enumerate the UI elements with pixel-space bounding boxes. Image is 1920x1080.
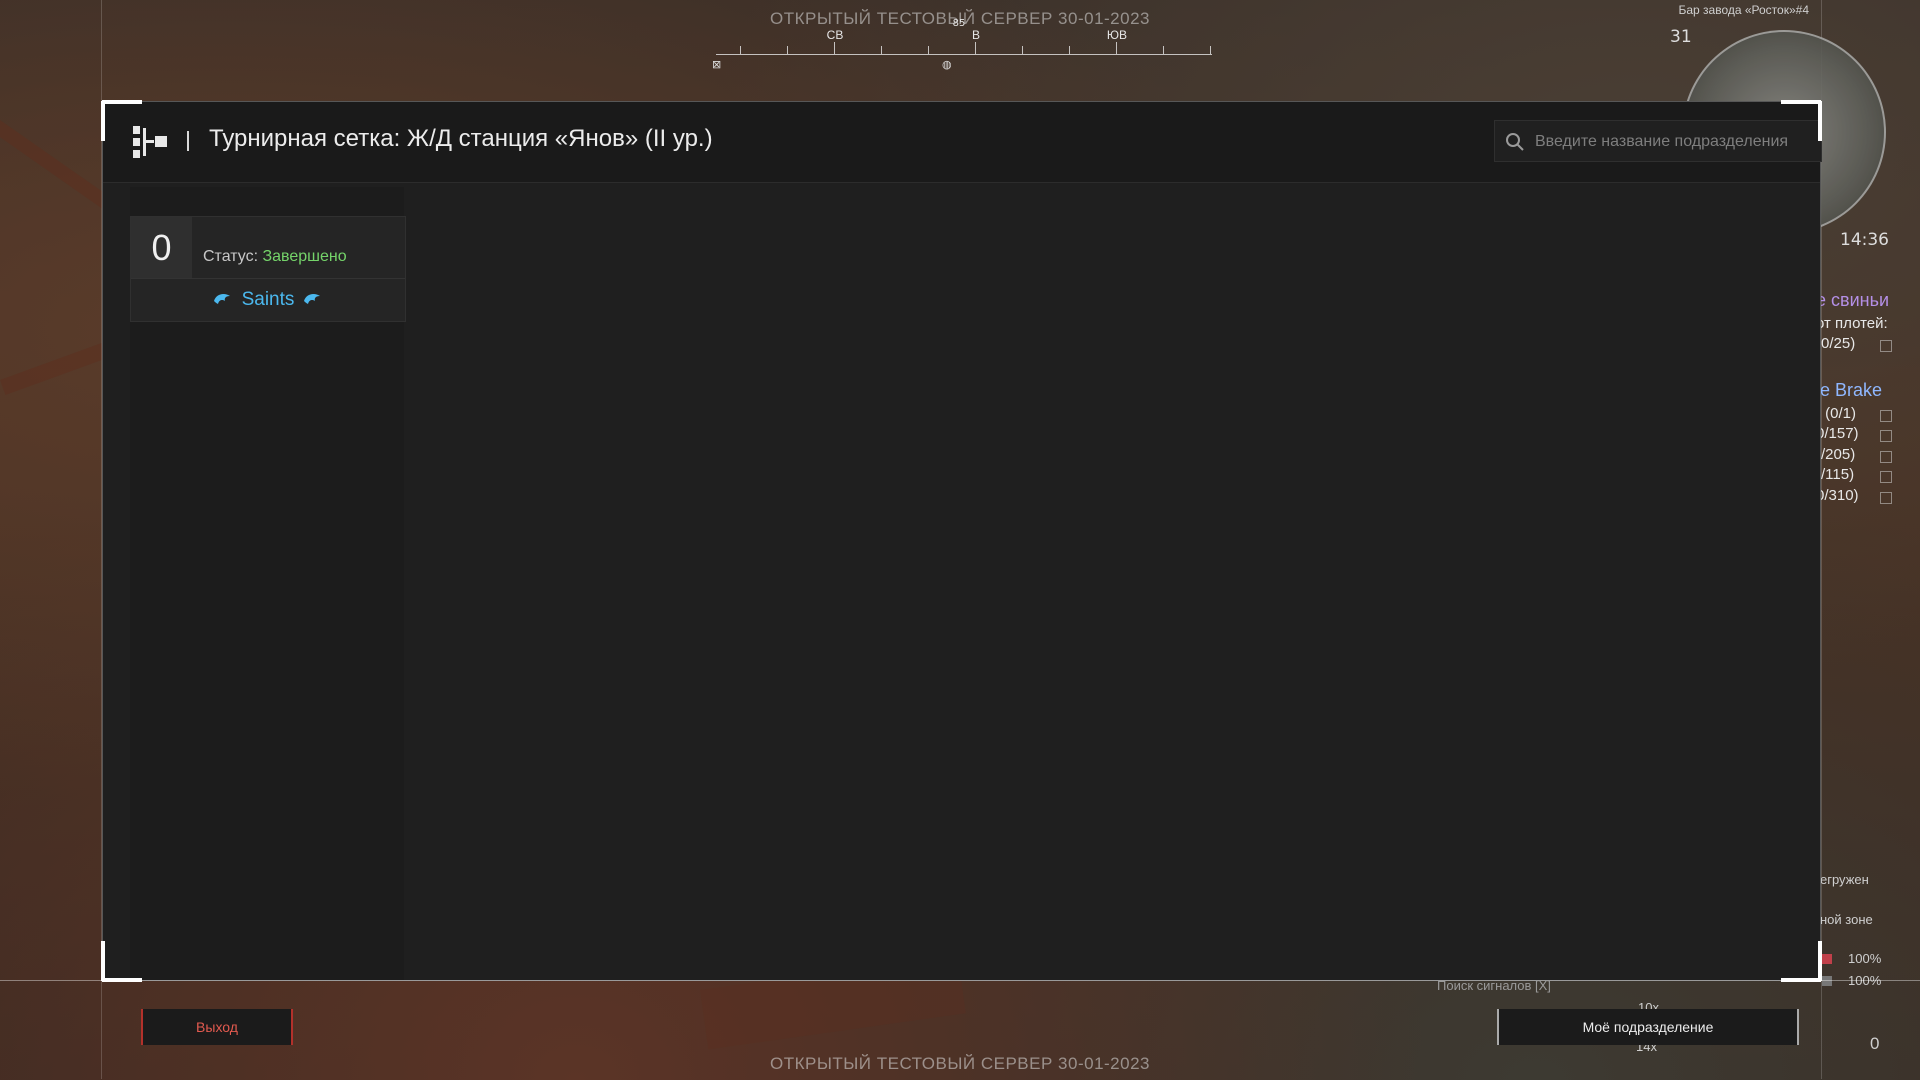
panel-corner	[1781, 100, 1821, 104]
compass: СВ В ЮВ 85 ⊠ ◍	[712, 18, 1212, 71]
header-separator	[187, 131, 189, 151]
search-input[interactable]	[1533, 121, 1817, 163]
team-emblem-icon	[304, 293, 321, 304]
scenery-beam	[0, 120, 115, 212]
panel-header: Турнирная сетка: Ж/Д станция «Янов» (II …	[103, 102, 1822, 183]
compass-tick	[740, 46, 741, 54]
match-card[interactable]: 0 Статус: Завершено Saints	[130, 216, 406, 322]
quest-checkbox	[1880, 430, 1892, 442]
panel-corner	[101, 101, 105, 141]
quest-line: r (0/1)	[1816, 405, 1857, 422]
compass-tick	[881, 46, 882, 54]
compass-tick	[1210, 46, 1211, 54]
bottom-divider	[0, 980, 1920, 981]
page-title: Турнирная сетка: Ж/Д станция «Янов» (II …	[209, 125, 713, 152]
quest-checkbox	[1880, 492, 1892, 504]
compass-tick	[1022, 46, 1023, 54]
my-unit-button[interactable]: Моё подразделение	[1497, 1009, 1799, 1045]
scenery-beam	[0, 342, 109, 396]
quest-line: )/115)	[1816, 466, 1855, 483]
compass-label-se: ЮВ	[1106, 28, 1128, 42]
quest-line: 0/310)	[1816, 487, 1859, 504]
tournament-bracket-icon	[133, 126, 167, 158]
tournament-panel: Турнирная сетка: Ж/Д станция «Янов» (II …	[101, 100, 1822, 982]
status-value: Завершено	[262, 248, 347, 265]
quest-checkbox	[1880, 451, 1892, 463]
compass-tick	[1163, 46, 1164, 54]
match-status: Статус: Завершено	[203, 248, 347, 266]
quest-checkbox	[1880, 410, 1892, 422]
quest-line: 0/157)	[1816, 425, 1859, 442]
minimap-number: 31	[1670, 27, 1692, 47]
compass-tick	[834, 42, 835, 54]
compass-marker-icon: ◍	[942, 58, 952, 71]
team-row[interactable]: Saints	[131, 279, 405, 321]
compass-degree: 85	[952, 18, 966, 29]
quest-checkbox	[1880, 340, 1892, 352]
panel-corner	[1818, 101, 1822, 141]
compass-marker-icon: ⊠	[712, 58, 722, 71]
minimap-location: Бар завода «Росток»#4	[1678, 3, 1809, 17]
quest-title: le Brake	[1816, 380, 1883, 400]
quest-line: (0/25)	[1816, 335, 1856, 352]
stamina-bar-icon	[1822, 976, 1832, 986]
compass-bar	[716, 54, 1212, 55]
panel-corner	[102, 100, 142, 104]
team-name: Saints	[241, 289, 295, 310]
quest-title: е свиньи	[1816, 290, 1890, 310]
search-box	[1494, 120, 1822, 163]
compass-label-e: В	[971, 28, 981, 42]
health-bar-icon	[1822, 954, 1832, 964]
panel-corner	[1818, 941, 1822, 981]
quest-checkbox	[1880, 471, 1892, 483]
quest-line: от плотей:	[1816, 315, 1888, 332]
status-zone: ной зоне	[1820, 912, 1873, 927]
item-counter: 0	[1870, 1034, 1880, 1053]
search-icon	[1506, 133, 1524, 151]
team-emblem-icon	[213, 293, 230, 304]
compass-tick	[975, 42, 976, 54]
status-label: Статус:	[203, 248, 259, 265]
compass-label-ne: СВ	[826, 28, 844, 42]
compass-tick	[787, 46, 788, 54]
compass-tick	[928, 46, 929, 54]
quest-line: )/205)	[1816, 446, 1856, 463]
compass-tick	[1116, 42, 1117, 54]
health-percent: 100%	[1848, 951, 1882, 966]
exit-button[interactable]: Выход	[141, 1009, 293, 1045]
server-watermark-bottom: ОТКРЫТЫЙ ТЕСТОВЫЙ СЕРВЕР 30-01-2023	[769, 1054, 1151, 1073]
panel-corner	[101, 941, 105, 981]
game-time: 14:36	[1840, 230, 1889, 250]
match-score: 0	[131, 217, 192, 278]
status-overloaded: егружен	[1820, 872, 1869, 887]
compass-tick	[1069, 46, 1070, 54]
